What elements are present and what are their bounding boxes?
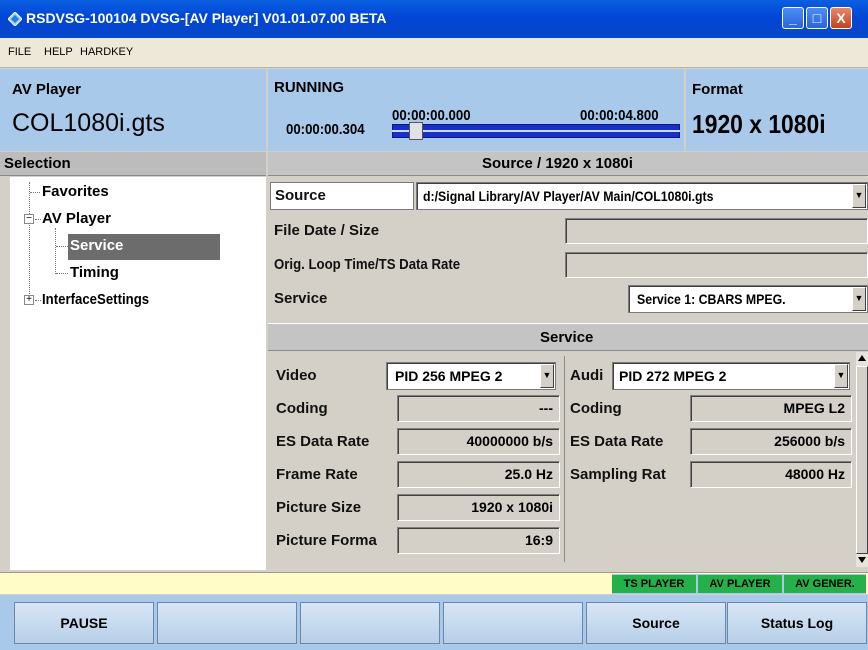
chevron-down-icon: ▼: [852, 184, 866, 208]
video-label: Video: [276, 367, 317, 384]
selection-title: Selection: [4, 155, 71, 172]
status-log-button[interactable]: Status Log: [727, 602, 867, 644]
menu-file[interactable]: FILE: [8, 46, 31, 58]
chevron-down-icon: ▼: [540, 364, 554, 388]
column-divider: [564, 356, 565, 562]
source-label: Source: [275, 187, 326, 204]
file-date-label: File Date / Size: [274, 222, 380, 239]
pause-button[interactable]: PAUSE: [14, 602, 154, 644]
expand-icon[interactable]: +: [24, 295, 34, 305]
close-button[interactable]: X: [830, 7, 852, 29]
service-header: Service: [268, 323, 868, 351]
audio-es-rate-field: 256000 b/s: [690, 428, 852, 455]
softkey-2[interactable]: [157, 602, 297, 644]
tree-item-service-label: Service: [70, 237, 124, 254]
loop-time-field: [565, 252, 868, 278]
tree-item-av-player[interactable]: AV Player: [42, 210, 111, 227]
source-button[interactable]: Source: [586, 602, 726, 644]
menu-hardkey[interactable]: HARDKEY: [80, 46, 133, 58]
chevron-down-icon: ▼: [852, 287, 866, 311]
video-coding-field: ---: [397, 395, 560, 422]
video-es-rate-field: 40000000 b/s: [397, 428, 560, 455]
picture-format-field: 16:9: [397, 527, 560, 554]
maximize-button[interactable]: □: [806, 7, 828, 29]
softkey-4[interactable]: [443, 602, 583, 644]
vertical-scrollbar[interactable]: [856, 352, 868, 567]
audio-pid-value: PID 272 MPEG 2: [619, 368, 727, 384]
tag-ts-player: TS PLAYER: [612, 575, 696, 593]
format-value: 1920 x 1080i: [692, 109, 826, 139]
tree-item-service[interactable]: Service: [68, 234, 220, 260]
seek-track-line: [392, 130, 680, 132]
tree-line: [56, 273, 68, 274]
source-header: Source / 1920 x 1080i: [268, 152, 868, 176]
end-time: 00:00:04.800: [580, 107, 659, 124]
video-es-rate-label: ES Data Rate: [276, 433, 370, 450]
tree-line: [56, 246, 68, 247]
loop-time-label: Orig. Loop Time/TS Data Rate: [274, 256, 461, 273]
window-title: RSDVSG-100104 DVSG-[AV Player] V01.01.07…: [26, 10, 387, 26]
start-time: 00:00:00.000: [392, 107, 471, 124]
frame-rate-label: Frame Rate: [276, 466, 358, 483]
tag-av-player: AV PLAYER: [698, 575, 782, 593]
selection-header: Selection: [0, 152, 266, 176]
tag-av-generator: AV GENER.: [784, 575, 866, 593]
playback-header: RUNNING 00:00:00.304 00:00:00.000 00:00:…: [268, 69, 684, 151]
module-label: AV Player: [12, 81, 81, 98]
app-logo-icon: [8, 12, 22, 26]
current-time: 00:00:00.304: [286, 121, 365, 138]
menu-bar: FILE HELP HARDKEY: [0, 38, 868, 68]
close-icon: X: [836, 10, 846, 26]
tree-item-favorites[interactable]: Favorites: [42, 183, 109, 200]
chevron-down-icon: ▼: [834, 364, 848, 388]
tree-line: [55, 228, 56, 274]
softkey-3[interactable]: [300, 602, 440, 644]
module-header: AV Player COL1080i.gts: [0, 69, 266, 151]
audio-coding-label: Coding: [570, 400, 622, 417]
title-bar[interactable]: RSDVSG-100104 DVSG-[AV Player] V01.01.07…: [0, 0, 868, 38]
menu-help[interactable]: HELP: [44, 46, 73, 58]
frame-rate-field: 25.0 Hz: [397, 461, 560, 488]
playback-state: RUNNING: [274, 79, 344, 96]
audio-pid-select[interactable]: PID 272 MPEG 2 ▼: [612, 362, 850, 390]
tree-item-timing[interactable]: Timing: [70, 264, 119, 281]
seek-bar[interactable]: [392, 122, 680, 140]
minimize-icon: _: [789, 10, 797, 26]
video-pid-value: PID 256 MPEG 2: [395, 368, 503, 384]
file-date-field: [565, 218, 868, 244]
seek-thumb[interactable]: [409, 122, 423, 140]
service-value: Service 1: CBARS MPEG.: [637, 291, 786, 307]
sampling-rate-field: 48000 Hz: [690, 461, 852, 488]
picture-size-field: 1920 x 1080i: [397, 494, 560, 521]
maximize-icon: □: [812, 10, 822, 26]
service-label: Service: [274, 290, 328, 307]
source-value: d:/Signal Library/AV Player/AV Main/COL1…: [423, 188, 714, 204]
scroll-thumb[interactable]: [856, 366, 868, 554]
audio-es-rate-label: ES Data Rate: [570, 433, 664, 450]
tree-line: [35, 219, 41, 220]
format-label: Format: [692, 81, 743, 98]
picture-size-label: Picture Size: [276, 499, 362, 516]
service-select[interactable]: Service 1: CBARS MPEG. ▼: [628, 285, 868, 313]
minimize-button[interactable]: _: [782, 7, 804, 29]
service-title: Service: [540, 329, 594, 346]
audio-label: Audi: [570, 367, 604, 384]
sampling-rate-label: Sampling Rat: [570, 466, 666, 483]
tree-line: [30, 192, 40, 193]
audio-coding-field: MPEG L2: [690, 395, 852, 422]
video-pid-select[interactable]: PID 256 MPEG 2 ▼: [386, 362, 556, 390]
file-name: COL1080i.gts: [12, 109, 165, 137]
tree-line: [29, 182, 30, 302]
picture-format-label: Picture Forma: [276, 532, 377, 549]
scroll-up-icon[interactable]: [858, 355, 866, 361]
collapse-icon[interactable]: −: [24, 214, 34, 224]
source-title: Source / 1920 x 1080i: [482, 155, 633, 172]
video-coding-label: Coding: [276, 400, 328, 417]
tree-line: [35, 300, 41, 301]
tree-item-interface-settings[interactable]: InterfaceSettings: [42, 291, 149, 308]
source-select[interactable]: d:/Signal Library/AV Player/AV Main/COL1…: [416, 182, 868, 210]
scroll-down-icon[interactable]: [858, 557, 866, 563]
source-label-box: Source: [270, 182, 414, 210]
format-header: Format 1920 x 1080i: [686, 69, 868, 151]
